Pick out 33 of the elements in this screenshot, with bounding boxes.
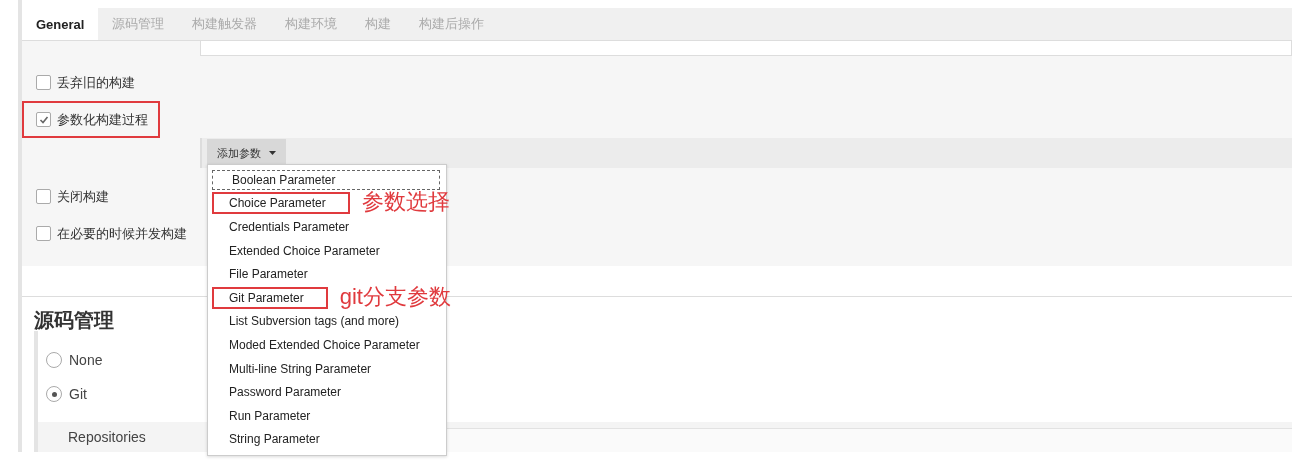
caret-icon — [269, 151, 276, 155]
menu-item[interactable]: Choice Parameter — [212, 192, 350, 215]
checkbox[interactable] — [36, 189, 51, 204]
checkbox[interactable] — [36, 112, 51, 127]
add-parameter-button[interactable]: 添加参数 — [207, 139, 286, 167]
checkbox-label: 参数化构建过程 — [57, 110, 148, 129]
menu-item[interactable]: List Subversion tags (and more) — [212, 310, 424, 333]
checkbox[interactable] — [36, 75, 51, 90]
menu-item[interactable]: Extended Choice Parameter — [212, 239, 404, 262]
annotation-text: 参数选择 — [361, 187, 450, 216]
input-field[interactable] — [200, 41, 1292, 56]
menu-item[interactable]: Multi-line String Parameter — [212, 357, 396, 380]
checkbox[interactable] — [36, 226, 51, 241]
checkbox-label: 关闭构建 — [57, 187, 109, 206]
tab[interactable]: General — [22, 8, 99, 40]
menu-item[interactable]: Boolean Parameter — [212, 169, 440, 190]
radio-label: None — [69, 352, 103, 368]
menu-item[interactable]: Moded Extended Choice Parameter — [212, 333, 444, 356]
field-label: Repositories — [67, 428, 147, 447]
radio-label: Git — [69, 386, 87, 402]
checkbox-label: 丢弃旧的构建 — [57, 73, 135, 92]
checkbox-label: 在必要的时候并发构建 — [57, 224, 187, 243]
checkmark-icon — [38, 114, 49, 125]
menu-item[interactable]: Run Parameter — [212, 404, 335, 427]
section-title: 源码管理 — [34, 308, 114, 331]
menu-item[interactable]: Password Parameter — [212, 381, 366, 404]
annotation-text: git分支参数 — [339, 282, 451, 311]
radio-button[interactable] — [46, 386, 62, 402]
menu-item[interactable]: File Parameter — [212, 263, 332, 286]
menu-item[interactable]: String Parameter — [212, 428, 344, 451]
menu-item[interactable]: Credentials Parameter — [212, 216, 374, 238]
menu-item[interactable]: Git Parameter — [212, 286, 328, 309]
radio-button[interactable] — [46, 352, 62, 368]
